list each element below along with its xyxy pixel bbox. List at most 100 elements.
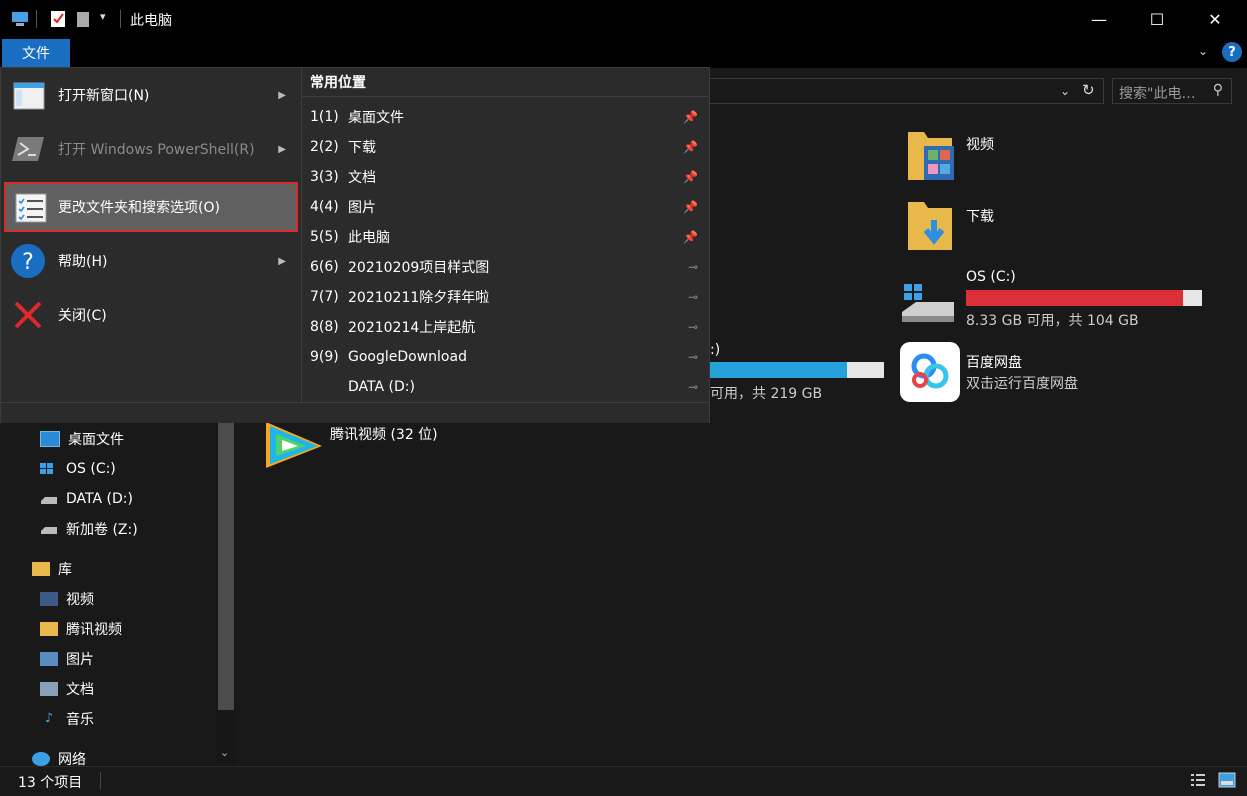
recent-item[interactable]: 9(9) GoogleDownload ⊸ (310, 342, 706, 372)
recent-item[interactable]: 5(5) 此电脑 📌 (310, 222, 706, 252)
baidu-netdisk-icon[interactable] (900, 342, 960, 402)
folder-label-downloads[interactable]: 下载 (966, 206, 994, 226)
address-dropdown-icon[interactable]: ⌄ (1060, 84, 1070, 98)
nav-item-label: DATA (D:) (66, 491, 133, 507)
nav-item-music[interactable]: ♪ 音乐 (40, 704, 94, 734)
this-pc-icon (12, 12, 28, 26)
recent-item-label: 20210214上岸起航 (348, 320, 476, 336)
maximize-button[interactable]: ☐ (1134, 0, 1180, 38)
svg-text:?: ? (22, 250, 34, 275)
new-folder-icon[interactable] (76, 10, 92, 28)
drive-name-data[interactable]: :) (710, 342, 720, 358)
pinned-icon[interactable]: 📌 (683, 110, 698, 124)
recent-item[interactable]: 7(7) 20210211除夕拜年啦 ⊸ (310, 282, 706, 312)
powershell-icon (12, 137, 44, 161)
search-icon: ⚲ (1212, 82, 1223, 98)
pinned-icon[interactable]: 📌 (683, 230, 698, 244)
ribbon-collapse-icon[interactable]: ⌄ (1198, 44, 1208, 58)
nav-item-os-c[interactable]: OS (C:) (40, 454, 116, 484)
app-subtitle-baidu: 双击运行百度网盘 (966, 376, 1078, 392)
menu-item-label: 更改文件夹和搜索选项(O) (58, 200, 220, 216)
nav-item-label: 腾讯视频 (66, 622, 122, 638)
unpinned-icon[interactable]: ⊸ (688, 290, 698, 304)
refresh-icon[interactable]: ↻ (1082, 81, 1095, 99)
recent-item[interactable]: 8(8) 20210214上岸起航 ⊸ (310, 312, 706, 342)
nav-item-label: 视频 (66, 592, 94, 608)
scroll-down-icon[interactable]: ⌄ (220, 746, 229, 759)
recent-item[interactable]: 4(4) 图片 📌 (310, 192, 706, 222)
recent-item-label: DATA (D:) (348, 379, 415, 395)
recent-item-number: 6(6) (310, 259, 339, 275)
recent-item-label: 文档 (348, 170, 376, 186)
recent-item[interactable]: 2(2) 下载 📌 (310, 132, 706, 162)
recent-item-label: 图片 (348, 200, 376, 216)
nav-scrollbar-thumb[interactable] (218, 420, 234, 710)
title-bar: ▾ 此电脑 — ☐ ✕ (0, 0, 1247, 38)
menu-item-open-powershell[interactable]: 打开 Windows PowerShell(R) ▶ (4, 122, 298, 176)
recent-item-label: 此电脑 (348, 230, 390, 246)
recent-item-label: 下载 (348, 140, 376, 156)
nav-item-data-d[interactable]: DATA (D:) (40, 484, 133, 514)
nav-item-label: OS (C:) (66, 461, 116, 477)
menu-footer (1, 402, 709, 423)
library-icon (32, 562, 50, 576)
drive-name-c[interactable]: OS (C:) (966, 269, 1016, 285)
nav-item-documents[interactable]: 文档 (40, 674, 94, 704)
drive-usage-bar-c (966, 290, 1202, 306)
nav-item-videos[interactable]: 视频 (40, 584, 94, 614)
close-red-x-icon (14, 301, 42, 329)
search-placeholder: 搜索"此电… (1119, 86, 1196, 102)
menu-item-open-new-window[interactable]: 打开新窗口(N) ▶ (4, 68, 298, 122)
menu-item-label: 打开 Windows PowerShell(R) (58, 142, 255, 158)
recent-places-divider (302, 96, 709, 97)
nav-item-libraries[interactable]: 库 (32, 554, 72, 584)
properties-icon[interactable] (50, 10, 66, 28)
drive-usage-fill-c (966, 290, 1184, 306)
recent-item-label: 20210211除夕拜年啦 (348, 290, 490, 306)
details-view-icon[interactable] (1190, 772, 1206, 788)
recent-item-number: 7(7) (310, 289, 339, 305)
close-button[interactable]: ✕ (1192, 0, 1238, 38)
drive-info-c: 8.33 GB 可用，共 104 GB (966, 313, 1139, 329)
nav-item-pictures[interactable]: 图片 (40, 644, 94, 674)
recent-item-number: 3(3) (310, 169, 339, 185)
recent-item[interactable]: 6(6) 20210209项目样式图 ⊸ (310, 252, 706, 282)
recent-item[interactable]: 1(1) 桌面文件 📌 (310, 102, 706, 132)
recent-item[interactable]: DATA (D:) ⊸ (310, 372, 706, 402)
customize-quick-access-icon[interactable]: ▾ (100, 10, 106, 23)
menu-item-change-folder-options[interactable]: 更改文件夹和搜索选项(O) (4, 182, 298, 232)
menu-item-close[interactable]: 关闭(C) (4, 288, 298, 342)
tencent-video-icon[interactable] (262, 420, 326, 470)
pinned-icon[interactable]: 📌 (683, 200, 698, 214)
help-icon: ? (11, 244, 45, 278)
nav-item-tencent-video[interactable]: 腾讯视频 (40, 614, 122, 644)
help-button[interactable]: ? (1222, 42, 1242, 62)
app-name-baidu[interactable]: 百度网盘 (966, 352, 1022, 372)
app-name-tencent[interactable]: 腾讯视频 (32 位) (330, 424, 438, 444)
file-tab[interactable]: 文件 (2, 39, 70, 67)
unpinned-icon[interactable]: ⊸ (688, 380, 698, 394)
video-icon (40, 592, 58, 606)
folder-label-videos[interactable]: 视频 (966, 134, 994, 154)
unpinned-icon[interactable]: ⊸ (688, 350, 698, 364)
menu-item-help[interactable]: ? 帮助(H) ▶ (4, 234, 298, 288)
search-input[interactable]: 搜索"此电… ⚲ (1112, 78, 1232, 104)
recent-item-number: 1(1) (310, 109, 339, 125)
windows-drive-icon[interactable] (900, 282, 958, 326)
pinned-icon[interactable]: 📌 (683, 170, 698, 184)
recent-item-label: 桌面文件 (348, 110, 404, 126)
recent-item[interactable]: 3(3) 文档 📌 (310, 162, 706, 192)
submenu-arrow-icon: ▶ (278, 255, 286, 267)
large-icons-view-icon[interactable] (1218, 772, 1236, 788)
unpinned-icon[interactable]: ⊸ (688, 260, 698, 274)
desktop-icon (40, 431, 60, 447)
nav-item-desktop[interactable]: 桌面文件 (40, 424, 124, 454)
recent-item-label: 20210209项目样式图 (348, 260, 490, 276)
video-folder-icon[interactable] (904, 128, 956, 184)
pinned-icon[interactable]: 📌 (683, 140, 698, 154)
download-folder-icon[interactable] (904, 198, 956, 254)
unpinned-icon[interactable]: ⊸ (688, 320, 698, 334)
minimize-button[interactable]: — (1076, 0, 1122, 38)
nav-item-new-volume-z[interactable]: 新加卷 (Z:) (40, 514, 138, 544)
drive-usage-fill-data (710, 362, 848, 378)
